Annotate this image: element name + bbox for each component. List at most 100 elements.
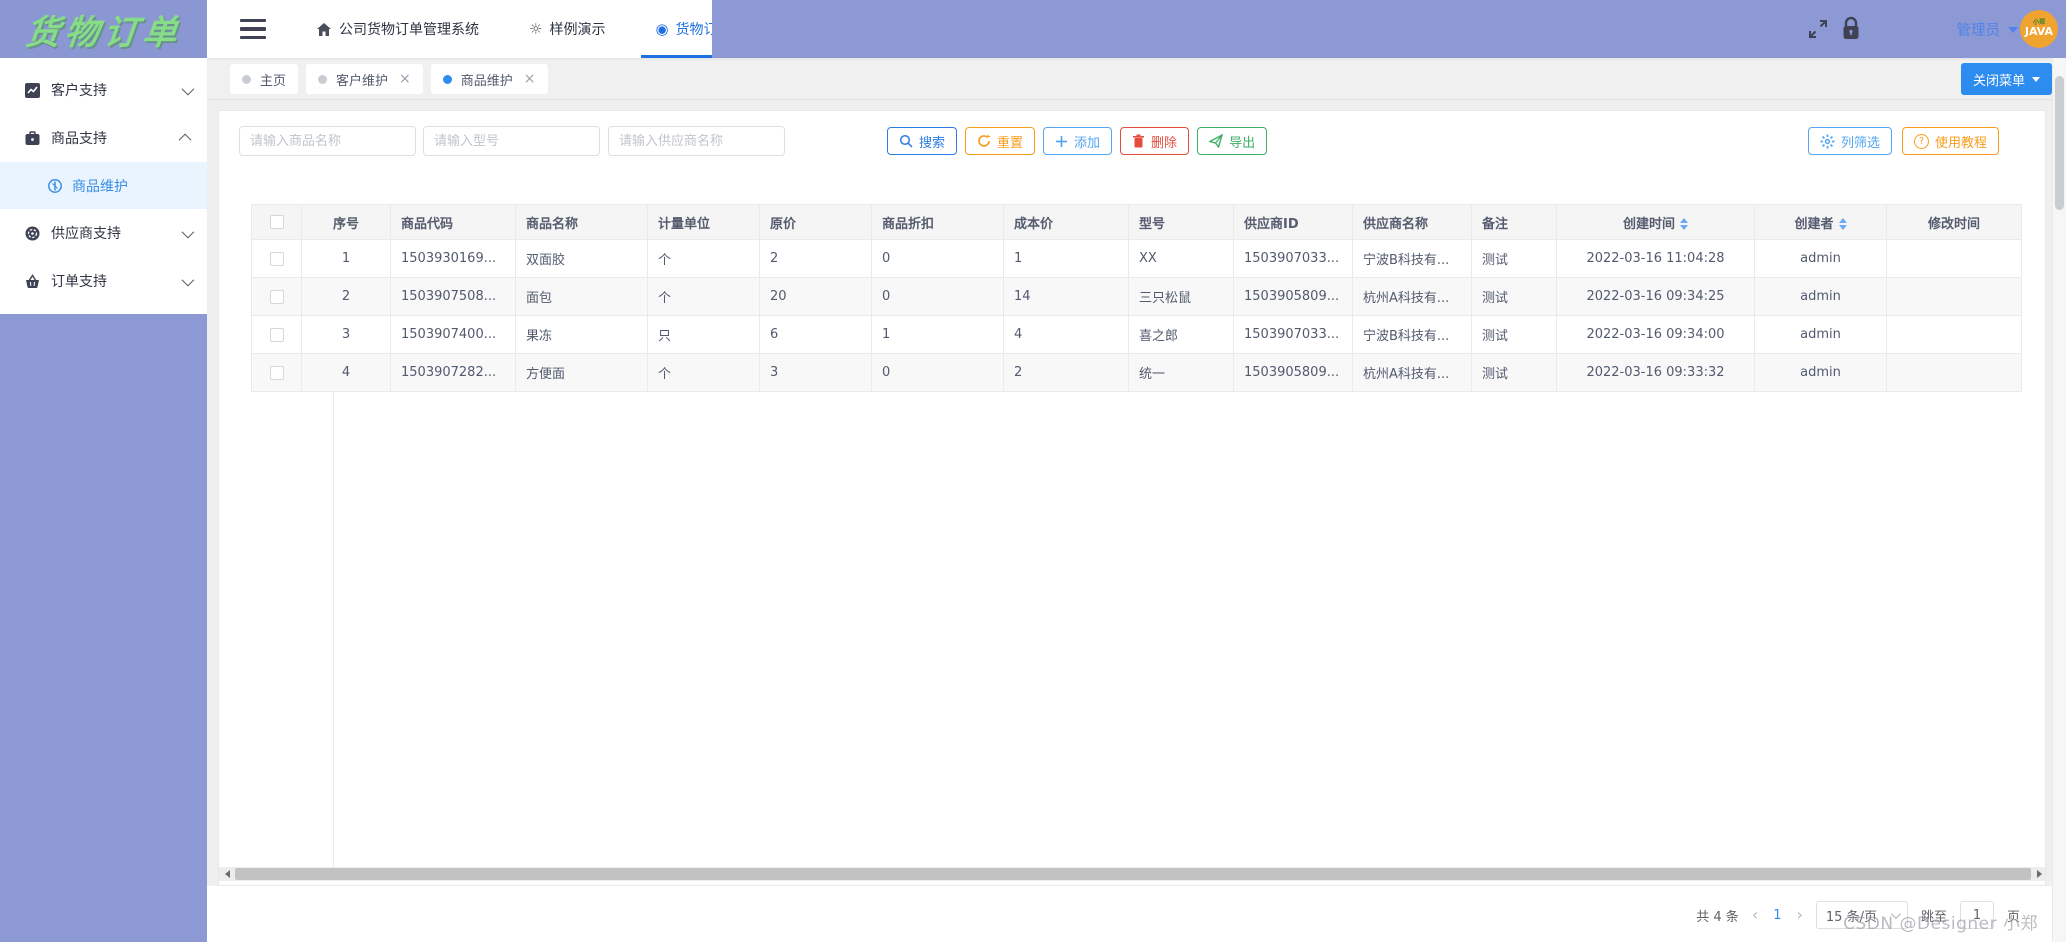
column-header-sortable[interactable]: 创建时间 xyxy=(1556,204,1755,240)
close-menu-button[interactable]: 关闭菜单 xyxy=(1960,63,2052,95)
avatar[interactable]: 小郑 JAVA xyxy=(2020,10,2058,48)
select-all-checkbox[interactable] xyxy=(269,215,284,229)
table-cell: 测试 xyxy=(1471,277,1557,316)
panel-right-buttons: 列筛选 ? 使用教程 xyxy=(1807,127,1999,155)
table-row[interactable]: 4 1503907282... 方便面个 3 0 2 统一 1503905809... 杭州A科… xyxy=(251,353,2022,392)
search-button[interactable]: 搜索 xyxy=(887,127,958,155)
table-row[interactable]: 1 1503930169... 双面胶个 2 0 1 XX 1503907033... 宁波B科… xyxy=(251,239,2022,278)
scroll-right-icon[interactable] xyxy=(2031,867,2047,881)
table-cell: 只 xyxy=(647,315,760,354)
tutorial-button[interactable]: ? 使用教程 xyxy=(1901,127,1999,155)
column-header: 商品折扣 xyxy=(871,204,1004,240)
chevron-down-icon xyxy=(181,273,195,286)
row-checkbox[interactable] xyxy=(269,327,284,342)
tab-label: 客户维护 xyxy=(336,73,389,89)
chevron-down-icon[interactable] xyxy=(2008,27,2018,33)
sort-icon[interactable] xyxy=(1838,218,1847,230)
home-icon xyxy=(316,22,332,37)
next-page-icon[interactable]: › xyxy=(1797,907,1803,923)
table-cell: 20 xyxy=(759,277,872,316)
sidebar-item-customer-support[interactable]: 客户支持 xyxy=(0,66,207,114)
prev-page-icon[interactable]: ‹ xyxy=(1752,907,1758,923)
table-cell xyxy=(1886,315,2022,354)
topbar-right: 管理员 小郑 JAVA xyxy=(712,0,2066,58)
current-page[interactable]: 1 xyxy=(1771,908,1783,923)
row-checkbox[interactable] xyxy=(269,365,284,380)
add-button[interactable]: 添加 xyxy=(1043,127,1113,155)
table-row[interactable]: 3 1503907400... 果冻只 6 1 4 喜之郎 1503907033... 宁波B科… xyxy=(251,315,2022,354)
fullscreen-icon[interactable] xyxy=(1806,17,1830,41)
basket-icon xyxy=(24,273,41,290)
question-icon: ? xyxy=(1913,133,1929,149)
vertical-scrollbar[interactable] xyxy=(2052,58,2066,942)
model-input[interactable] xyxy=(423,126,600,156)
sort-icon[interactable] xyxy=(1680,218,1688,230)
table-cell: 1503907400... xyxy=(390,315,516,354)
table-cell xyxy=(1886,239,2022,278)
jump-page-input[interactable] xyxy=(1959,901,1994,929)
trash-icon xyxy=(1132,134,1145,148)
tab-dot-icon xyxy=(318,74,328,84)
tab-home[interactable]: 主页 xyxy=(230,64,299,94)
reset-button[interactable]: 重置 xyxy=(965,127,1036,155)
table-cell: 1503907033... xyxy=(1233,239,1353,278)
horizontal-scrollbar[interactable] xyxy=(219,867,2047,881)
plus-icon xyxy=(1055,135,1068,148)
table-cell: 1 xyxy=(301,239,391,278)
row-select-cell xyxy=(251,353,302,392)
column-header-sortable[interactable]: 创建者 xyxy=(1754,204,1887,240)
table-cell: 个 xyxy=(647,277,760,316)
page-size-select[interactable]: 15 条/页 xyxy=(1815,901,1908,929)
tab-dot-icon xyxy=(242,74,251,84)
sidebar-item-product-maintenance[interactable]: 商品维护 xyxy=(0,162,207,209)
table-cell: 杭州A科技有... xyxy=(1352,353,1472,392)
lock-icon[interactable] xyxy=(1840,16,1862,42)
horizontal-scrollbar-thumb[interactable] xyxy=(235,868,2031,880)
row-checkbox[interactable] xyxy=(269,251,284,266)
sidebar-item-product-support[interactable]: 商品支持 xyxy=(0,114,207,162)
table-header-row: 序号 商品代码 商品名称 计量单位 原价 商品折扣 成本价 型号 供应商ID 供… xyxy=(251,204,2022,240)
table-row[interactable]: 2 1503907508... 面包个 20 0 14 三只松鼠 1503905809... 杭… xyxy=(251,277,2022,316)
tab-customer-maintenance[interactable]: 客户维护 × xyxy=(306,64,423,94)
open-tabs: 主页 客户维护 × 商品维护 × xyxy=(230,64,548,94)
table-cell: 14 xyxy=(1003,277,1129,316)
sidebar-item-label: 商品维护 xyxy=(72,178,128,195)
supplier-name-input[interactable] xyxy=(608,126,785,156)
table-cell: 果冻 xyxy=(515,315,648,354)
close-icon[interactable]: × xyxy=(524,72,536,86)
chevron-down-icon xyxy=(2032,76,2040,82)
admin-user-menu[interactable]: 管理员 xyxy=(1957,19,2001,40)
table-cell: 方便面 xyxy=(515,353,648,392)
nav-item-system-home[interactable]: 公司货物订单管理系统 xyxy=(302,0,493,58)
table-cell: 双面胶 xyxy=(515,239,648,278)
pagination: 共 4 条 ‹ 1 › 15 条/页 跳至 页 xyxy=(1696,901,2020,929)
chevron-down-icon xyxy=(181,225,195,238)
hamburger-menu-icon[interactable] xyxy=(240,19,266,39)
table-cell: 3 xyxy=(301,315,391,354)
nav-item-sample-demo[interactable]: ☼ 样例演示 xyxy=(515,0,619,58)
table-body: 1 1503930169... 双面胶个 2 0 1 XX 1503907033... 宁波B科… xyxy=(251,239,2022,392)
row-select-cell xyxy=(251,239,302,278)
product-name-input[interactable] xyxy=(239,126,416,156)
sidebar-menu: 客户支持 商品支持 商品维护 供应商支持 订单支持 xyxy=(0,58,207,314)
scroll-left-icon[interactable] xyxy=(219,867,235,881)
sidebar-item-order-support[interactable]: 订单支持 xyxy=(0,257,207,305)
table-cell: XX xyxy=(1128,239,1234,278)
app-logo-text: 货物订单 xyxy=(23,12,184,53)
table-cell: 2 xyxy=(1003,353,1129,392)
tab-product-maintenance[interactable]: 商品维护 × xyxy=(430,64,548,94)
table-cell: admin xyxy=(1754,277,1887,316)
export-button[interactable]: 导出 xyxy=(1197,127,1268,155)
close-icon[interactable]: × xyxy=(399,72,411,86)
row-checkbox[interactable] xyxy=(269,289,284,304)
row-select-cell xyxy=(251,277,302,316)
main-content: 搜索 重置 添加 删除 导出 xyxy=(207,100,2066,886)
delete-button[interactable]: 删除 xyxy=(1120,127,1190,155)
vertical-scrollbar-thumb[interactable] xyxy=(2055,76,2064,210)
action-buttons: 搜索 重置 添加 删除 导出 xyxy=(887,127,1268,155)
row-select-cell xyxy=(251,315,302,354)
table-cell: 1 xyxy=(871,315,1004,354)
column-filter-button[interactable]: 列筛选 xyxy=(1807,127,1892,155)
tab-label: 商品维护 xyxy=(460,73,513,89)
sidebar-item-supplier-support[interactable]: 供应商支持 xyxy=(0,209,207,257)
